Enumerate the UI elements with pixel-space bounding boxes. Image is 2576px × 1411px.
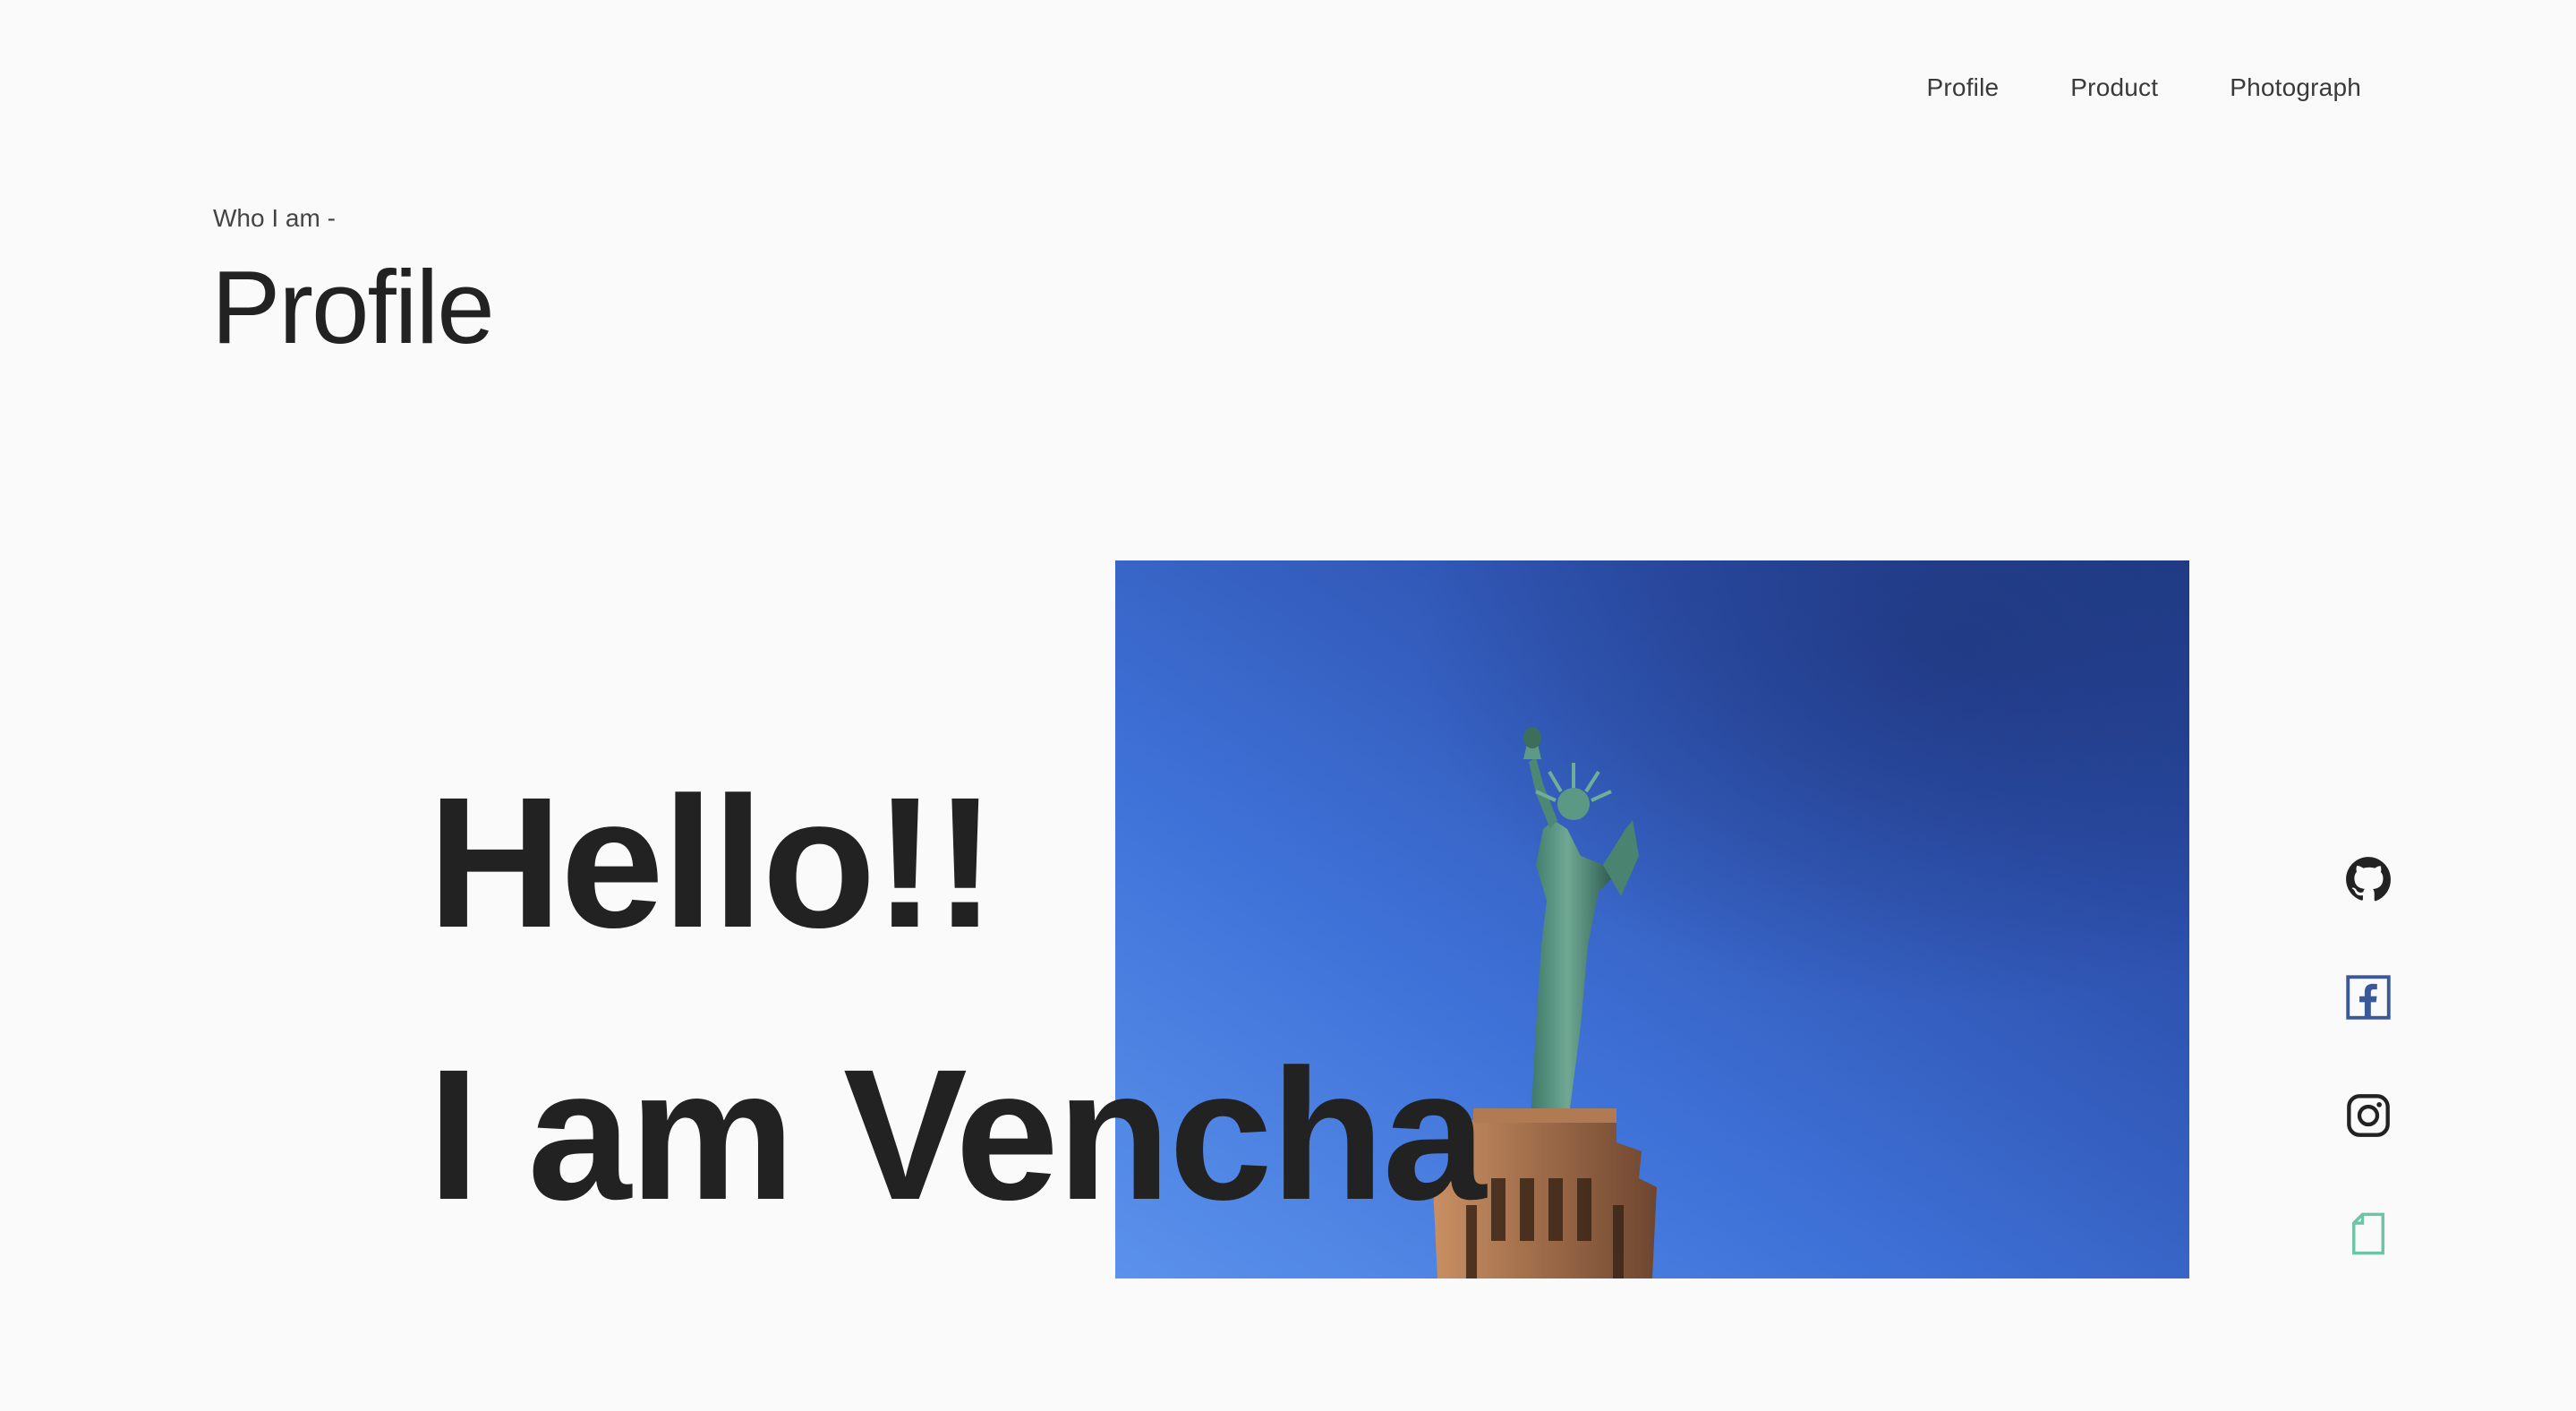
- profile-page: Profile Product Photograph Who I am - Pr…: [0, 0, 2576, 1411]
- github-icon[interactable]: [2345, 856, 2392, 902]
- social-links: [2345, 856, 2392, 1257]
- hero-line-name: I am Vencha: [428, 1031, 1486, 1239]
- section-eyebrow: Who I am -: [213, 204, 336, 232]
- nav-link-product[interactable]: Product: [2070, 73, 2158, 102]
- instagram-icon[interactable]: [2345, 1092, 2392, 1139]
- hero-greeting: Hello!! I am Vencha: [428, 759, 1486, 1239]
- hero-line-hello: Hello!!: [428, 759, 996, 967]
- nav-link-photograph[interactable]: Photograph: [2230, 73, 2361, 102]
- top-nav: Profile Product Photograph: [1927, 73, 2361, 102]
- facebook-icon[interactable]: [2345, 974, 2392, 1021]
- nav-link-profile[interactable]: Profile: [1927, 73, 2000, 102]
- page-title: Profile: [211, 249, 495, 365]
- document-icon[interactable]: [2345, 1210, 2392, 1257]
